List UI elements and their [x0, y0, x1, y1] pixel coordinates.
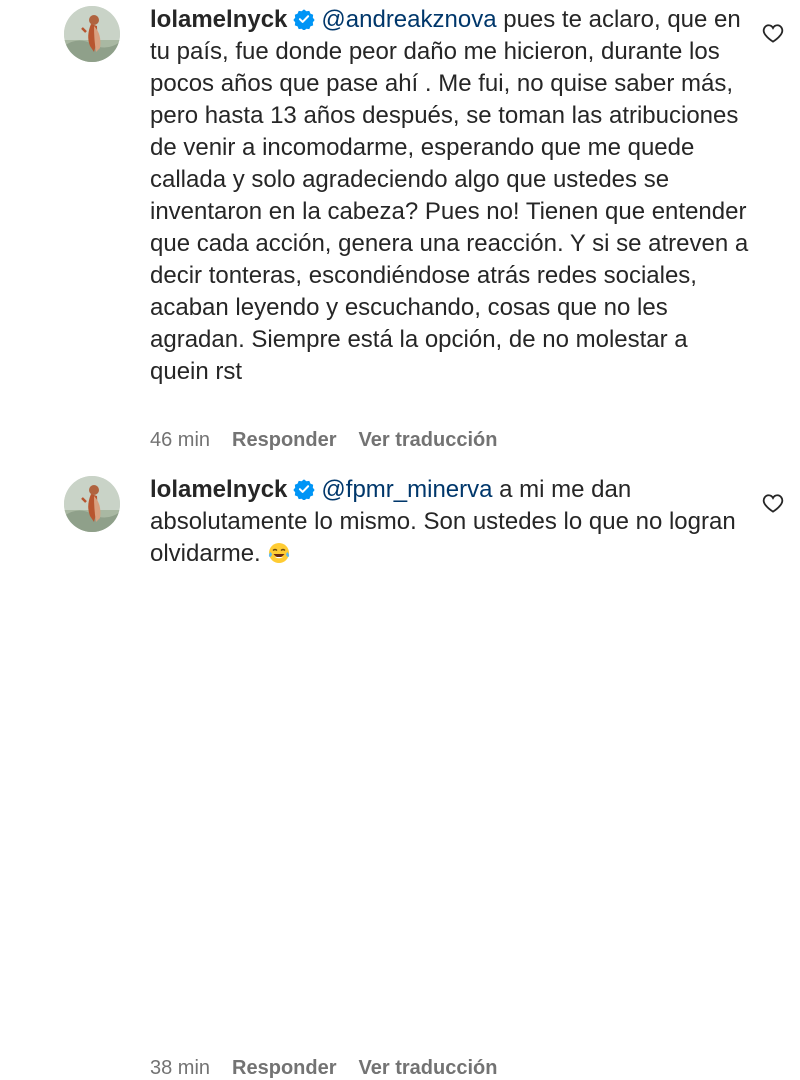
heart-outline-icon[interactable] [762, 493, 784, 513]
face-with-tears-of-joy-icon [269, 543, 290, 563]
translate-button[interactable]: Ver traducción [359, 429, 498, 451]
heart-outline-icon[interactable] [762, 23, 784, 43]
comment-body: lolamelnyck @andreakznova pues te aclaro,… [150, 4, 750, 388]
timestamp: 38 min [150, 1057, 211, 1079]
translate-button[interactable]: Ver traducción [359, 1057, 498, 1079]
avatar-image-icon [64, 476, 120, 532]
verified-badge-icon [293, 9, 316, 30]
comment-meta: 46 min Responder Ver traducción [150, 428, 519, 452]
avatar-image-icon [64, 6, 120, 62]
timestamp: 46 min [150, 429, 211, 451]
avatar[interactable] [64, 6, 120, 62]
reply-button[interactable]: Responder [232, 1057, 336, 1079]
avatar[interactable] [64, 476, 120, 532]
comment-text: pues te aclaro, que en tu país, fue dond… [150, 6, 749, 385]
comment-body: lolamelnyck @fpmr_minerva a mi me dan abs… [150, 474, 750, 570]
username[interactable]: lolamelnyck [150, 6, 287, 33]
reply-button[interactable]: Responder [232, 429, 336, 451]
verified-badge-icon [293, 479, 316, 500]
mention-link[interactable]: @andreakznova [321, 6, 496, 33]
mention-link[interactable]: @fpmr_minerva [321, 476, 492, 503]
comment-meta: 38 min Responder Ver traducción [150, 1056, 519, 1080]
username[interactable]: lolamelnyck [150, 476, 287, 503]
